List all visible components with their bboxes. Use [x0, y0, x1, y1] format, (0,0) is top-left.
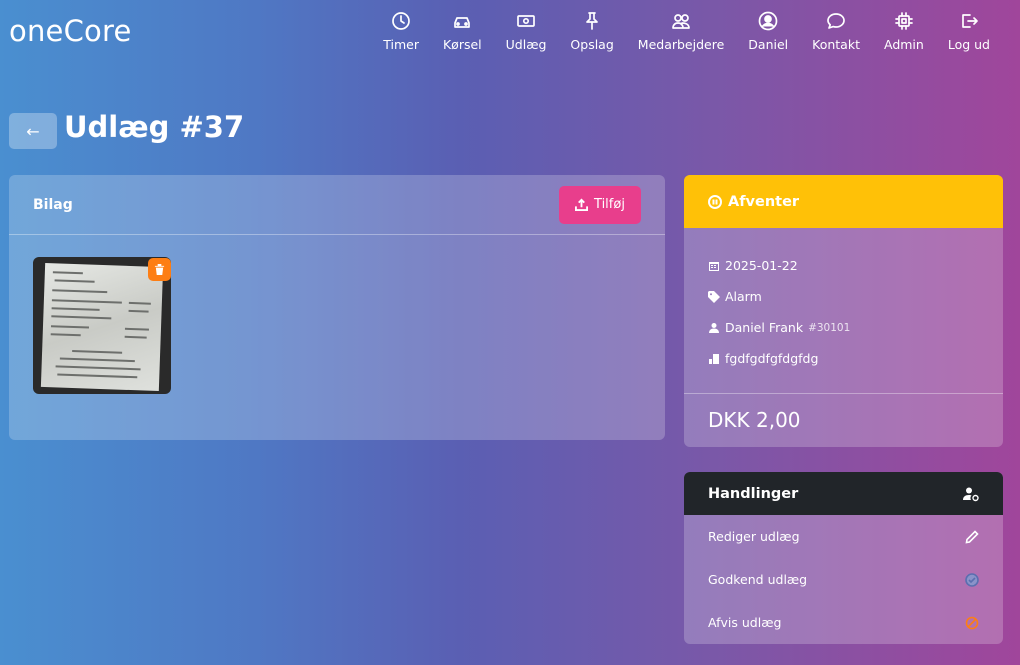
actions-title: Handlinger	[708, 485, 799, 502]
cash-icon	[517, 15, 535, 27]
nav-label: Opslag	[570, 37, 614, 52]
add-attachment-label: Tilføj	[594, 197, 625, 212]
cpu-icon	[895, 12, 913, 30]
pause-circle-icon	[708, 194, 722, 209]
building-icon	[709, 353, 719, 364]
nav-log-ud[interactable]: Log ud	[936, 11, 1002, 52]
people-icon	[672, 14, 690, 29]
nav-udlaeg[interactable]: Udlæg	[494, 11, 559, 52]
status-card: Afventer 2025-01-22 Alarm Daniel Frank #…	[684, 175, 1003, 447]
clock-icon	[392, 12, 410, 30]
nav-label: Kørsel	[442, 37, 482, 52]
nav-medarbejdere[interactable]: Medarbejdere	[626, 11, 737, 52]
employee-name: Daniel Frank	[725, 320, 804, 335]
upload-icon	[575, 198, 589, 211]
edit-expense-label: Rediger udlæg	[708, 529, 800, 544]
nav-label: Admin	[883, 37, 924, 52]
nav-label: Kontakt	[812, 37, 860, 52]
reject-expense-label: Afvis udlæg	[708, 615, 782, 630]
reject-expense-action[interactable]: Afvis udlæg	[684, 601, 1003, 644]
person-icon	[709, 322, 719, 333]
nav-label: Medarbejdere	[637, 37, 725, 52]
receipt-image	[40, 262, 164, 392]
expense-description: fgdfgdfgfdgfdg	[725, 351, 819, 366]
nav-label: Timer	[383, 37, 419, 52]
nav-admin[interactable]: Admin	[872, 11, 936, 52]
user-gear-icon	[963, 487, 979, 501]
approve-expense-action[interactable]: Godkend udlæg	[684, 558, 1003, 601]
car-icon	[454, 17, 471, 28]
add-attachment-button[interactable]: Tilføj	[559, 185, 641, 224]
chat-icon	[827, 13, 845, 29]
employee-id: #30101	[808, 321, 851, 334]
description-row: fgdfgdfgfdgfdg	[708, 343, 979, 374]
nav-opslag[interactable]: Opslag	[558, 11, 625, 52]
top-nav: Timer Kørsel Udlæg Opslag Medarbejdere D…	[371, 11, 1002, 52]
user-circle-icon	[758, 11, 778, 31]
status-label: Afventer	[728, 193, 800, 210]
nav-label: Daniel	[748, 37, 789, 52]
divider	[684, 393, 1003, 394]
back-button[interactable]: ←	[9, 113, 57, 149]
nav-label: Udlæg	[505, 37, 547, 52]
nav-timer[interactable]: Timer	[371, 11, 431, 52]
page-title: Udlæg #37	[64, 110, 245, 144]
category-row: Alarm	[708, 281, 979, 312]
actions-header: Handlinger	[684, 472, 1003, 515]
expense-date: 2025-01-22	[725, 258, 798, 273]
tag-icon	[708, 290, 720, 303]
check-circle-icon	[965, 572, 979, 587]
actions-card: Handlinger Rediger udlæg Godkend udlæg A…	[684, 472, 1003, 644]
bilag-card: Bilag Tilføj	[9, 175, 665, 440]
nav-korsel[interactable]: Kørsel	[431, 11, 494, 52]
pin-icon	[586, 12, 598, 30]
nav-kontakt[interactable]: Kontakt	[800, 11, 872, 52]
brand-logo[interactable]: oneCore	[9, 14, 131, 48]
nav-label: Log ud	[947, 37, 990, 52]
status-header: Afventer	[684, 175, 1003, 228]
slash-circle-icon	[965, 616, 979, 629]
date-row: 2025-01-22	[708, 250, 979, 281]
employee-row: Daniel Frank #30101	[708, 312, 979, 343]
bilag-header: Bilag Tilføj	[9, 175, 665, 235]
approve-expense-label: Godkend udlæg	[708, 572, 808, 587]
trash-icon	[154, 264, 165, 275]
edit-expense-action[interactable]: Rediger udlæg	[684, 515, 1003, 558]
bilag-title: Bilag	[33, 196, 73, 213]
logout-icon	[962, 14, 978, 28]
status-meta: 2025-01-22 Alarm Daniel Frank #30101 fgd…	[684, 228, 1003, 374]
calendar-icon	[709, 261, 719, 271]
expense-amount: DKK 2,00	[708, 408, 801, 432]
delete-attachment-button[interactable]	[148, 258, 171, 281]
expense-category: Alarm	[725, 289, 762, 304]
pencil-icon	[965, 529, 979, 543]
nav-daniel[interactable]: Daniel	[736, 11, 800, 52]
